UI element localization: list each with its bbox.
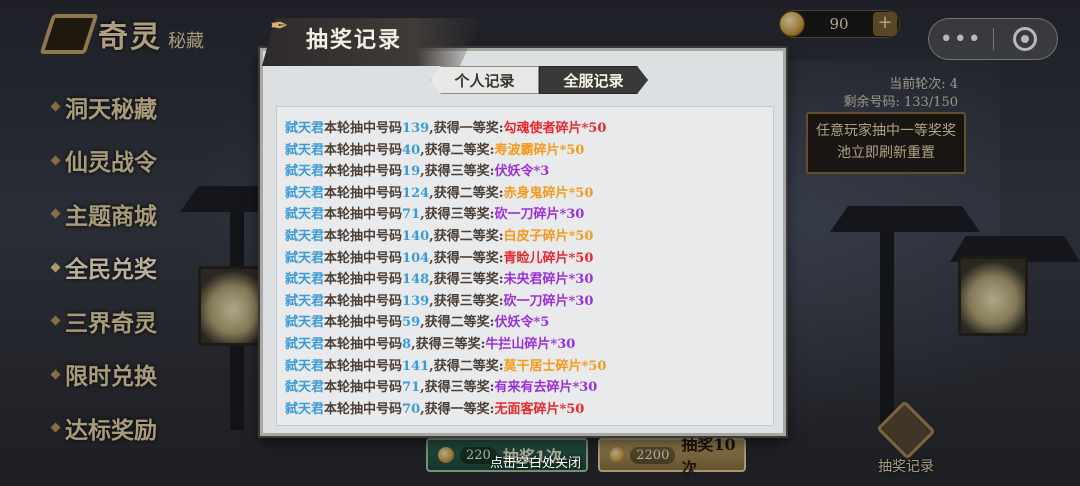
record-player-name: 弑天君 bbox=[285, 228, 325, 244]
record-prize-label: ,获得二等奖: bbox=[429, 358, 504, 374]
record-player-name: 弑天君 bbox=[285, 380, 325, 396]
record-prize: 砍一刀碎片*30 bbox=[503, 293, 594, 309]
dialog-title: 抽奖记录 bbox=[306, 27, 403, 53]
list-item: 弑天君本轮抽中号码71,获得三等奖:有来有去碎片*30 bbox=[285, 377, 773, 399]
record-prize-label: ,获得二等奖: bbox=[429, 228, 504, 244]
record-text: 本轮抽中号码 bbox=[324, 121, 403, 136]
record-text: 本轮抽中号码 bbox=[324, 380, 403, 396]
record-code: 139 bbox=[402, 293, 430, 309]
record-prize-label: ,获得三等奖: bbox=[420, 207, 495, 223]
record-player-name: 弑天君 bbox=[285, 121, 325, 136]
record-player-name: 弑天君 bbox=[285, 142, 325, 158]
list-item: 弑天君本轮抽中号码104,获得一等奖:青睑儿碎片*50 bbox=[285, 248, 773, 270]
record-prize-label: ,获得三等奖: bbox=[411, 336, 486, 352]
record-code: 104 bbox=[402, 250, 430, 266]
list-item: 弑天君本轮抽中号码139,获得三等奖:砍一刀碎片*30 bbox=[285, 291, 773, 313]
record-prize: 无面客碎片*50 bbox=[494, 401, 585, 417]
record-player-name: 弑天君 bbox=[285, 358, 325, 374]
record-code: 71 bbox=[402, 380, 421, 396]
record-prize: 赤身鬼碎片*50 bbox=[503, 185, 594, 201]
list-item: 弑天君本轮抽中号码124,获得二等奖:赤身鬼碎片*50 bbox=[285, 183, 773, 205]
record-prize: 白皮子碎片*50 bbox=[503, 228, 594, 244]
record-code: 40 bbox=[402, 142, 421, 158]
list-item: 弑天君本轮抽中号码19,获得三等奖:伏妖令*3 bbox=[285, 161, 773, 183]
record-prize-label: ,获得二等奖: bbox=[420, 142, 495, 158]
record-prize-label: ,获得三等奖: bbox=[429, 272, 504, 288]
record-player-name: 弑天君 bbox=[285, 185, 325, 201]
record-player-name: 弑天君 bbox=[285, 315, 325, 331]
record-list[interactable]: 弑天君本轮抽中号码139,获得一等奖:勾魂使者碎片*50 弑天君本轮抽中号码40,… bbox=[276, 106, 774, 426]
record-tabs: 个人记录 全服记录 bbox=[430, 66, 648, 94]
record-prize-label: ,获得三等奖: bbox=[429, 293, 504, 309]
record-text: 本轮抽中号码 bbox=[324, 336, 403, 352]
record-code: 70 bbox=[402, 401, 421, 417]
record-prize-label: ,获得二等奖: bbox=[429, 185, 504, 201]
record-player-name: 弑天君 bbox=[285, 207, 325, 223]
record-text: 本轮抽中号码 bbox=[324, 401, 403, 417]
record-prize-label: ,获得三等奖: bbox=[420, 164, 495, 180]
record-text: 本轮抽中号码 bbox=[324, 228, 403, 244]
record-text: 本轮抽中号码 bbox=[324, 358, 403, 374]
record-prize: 有来有去碎片*30 bbox=[494, 380, 598, 396]
record-player-name: 弑天君 bbox=[285, 164, 325, 180]
record-text: 本轮抽中号码 bbox=[324, 164, 403, 180]
record-player-name: 弑天君 bbox=[285, 293, 325, 309]
list-item: 弑天君本轮抽中号码8,获得三等奖:牛拦山碎片*30 bbox=[285, 334, 773, 356]
record-prize-label: ,获得二等奖: bbox=[420, 315, 495, 331]
list-item: 弑天君本轮抽中号码140,获得二等奖:白皮子碎片*50 bbox=[285, 226, 773, 248]
record-code: 141 bbox=[402, 358, 430, 374]
record-player-name: 弑天君 bbox=[285, 336, 325, 352]
list-item: 弑天君本轮抽中号码71,获得三等奖:砍一刀碎片*30 bbox=[285, 204, 773, 226]
record-prize: 勾魂使者碎片*50 bbox=[503, 121, 607, 136]
record-player-name: 弑天君 bbox=[285, 272, 325, 288]
record-code: 59 bbox=[402, 315, 421, 331]
record-text: 本轮抽中号码 bbox=[324, 207, 403, 223]
record-text: 本轮抽中号码 bbox=[324, 315, 403, 331]
record-code: 8 bbox=[402, 336, 412, 352]
record-code: 139 bbox=[402, 121, 430, 136]
record-text: 本轮抽中号码 bbox=[324, 293, 403, 309]
record-prize: 寿波霸碎片*50 bbox=[494, 142, 585, 158]
record-code: 71 bbox=[402, 207, 421, 223]
record-code: 124 bbox=[402, 185, 430, 201]
list-item: 弑天君本轮抽中号码139,获得一等奖:勾魂使者碎片*50 bbox=[285, 118, 773, 140]
tab-personal-records[interactable]: 个人记录 bbox=[430, 66, 539, 94]
record-text: 本轮抽中号码 bbox=[324, 272, 403, 288]
list-item: 弑天君本轮抽中号码59,获得二等奖:伏妖令*5 bbox=[285, 312, 773, 334]
record-code: 140 bbox=[402, 228, 430, 244]
list-item: 弑天君本轮抽中号码141,获得二等奖:莫干居士碎片*50 bbox=[285, 356, 773, 378]
record-prize: 牛拦山碎片*30 bbox=[485, 336, 576, 352]
record-text: 本轮抽中号码 bbox=[324, 185, 403, 201]
list-item: 弑天君本轮抽中号码148,获得三等奖:未央君碎片*30 bbox=[285, 269, 773, 291]
record-prize: 青睑儿碎片*50 bbox=[503, 250, 594, 266]
record-text: 本轮抽中号码 bbox=[324, 250, 403, 266]
record-prize-label: ,获得一等奖: bbox=[429, 121, 504, 136]
record-prize: 未央君碎片*30 bbox=[503, 272, 594, 288]
brush-icon: ✒ bbox=[270, 14, 289, 39]
record-prize-label: ,获得一等奖: bbox=[429, 250, 504, 266]
record-code: 19 bbox=[402, 164, 421, 180]
list-item: 弑天君本轮抽中号码70,获得一等奖:无面客碎片*50 bbox=[285, 399, 773, 421]
record-prize: 伏妖令*5 bbox=[494, 315, 550, 331]
record-prize: 伏妖令*3 bbox=[494, 164, 550, 180]
record-code: 148 bbox=[402, 272, 430, 288]
record-text: 本轮抽中号码 bbox=[324, 142, 403, 158]
record-prize: 莫干居士碎片*50 bbox=[503, 358, 607, 374]
list-item: 弑天君本轮抽中号码40,获得二等奖:寿波霸碎片*50 bbox=[285, 140, 773, 162]
close-hint: 点击空白处关闭 bbox=[490, 456, 582, 471]
record-player-name: 弑天君 bbox=[285, 401, 325, 417]
tab-all-server-records[interactable]: 全服记录 bbox=[539, 66, 648, 94]
record-prize: 砍一刀碎片*30 bbox=[494, 207, 585, 223]
record-prize-label: ,获得三等奖: bbox=[420, 380, 495, 396]
record-prize-label: ,获得一等奖: bbox=[420, 401, 495, 417]
record-player-name: 弑天君 bbox=[285, 250, 325, 266]
